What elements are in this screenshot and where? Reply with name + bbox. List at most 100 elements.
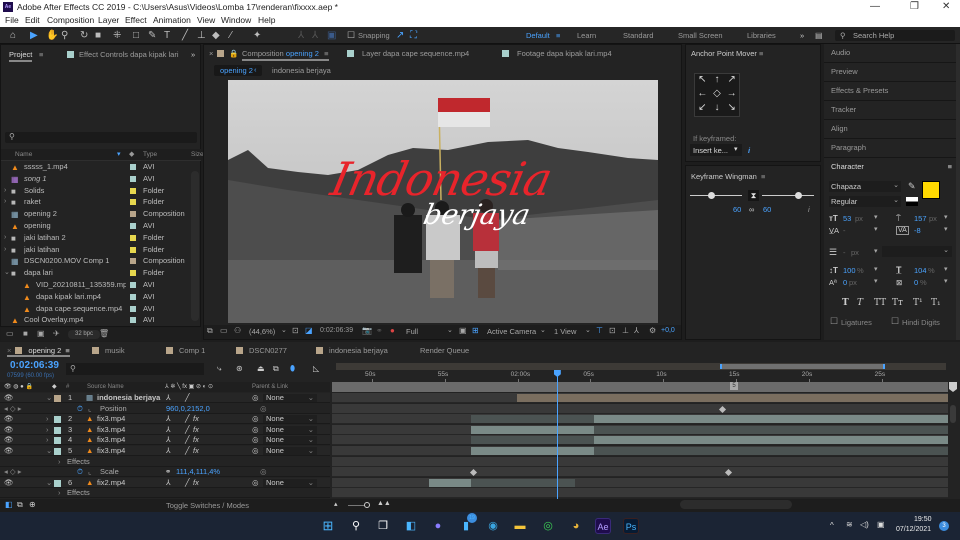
graph-icon[interactable]: ⌞: [88, 467, 92, 477]
workspace-standard[interactable]: Standard: [623, 31, 653, 40]
toggle-transparency-icon[interactable]: ⊞: [472, 326, 479, 335]
ease-out-slider-knob[interactable]: [707, 192, 715, 199]
layer-duration-bar[interactable]: [470, 425, 594, 434]
label-swatch[interactable]: [130, 246, 136, 253]
pick-whip-icon[interactable]: ◎: [252, 446, 259, 456]
layer-row[interactable]: 👁 › 2 ▲ fix3.mp4 ⅄ ╱ fx ◎ None ⌄: [0, 414, 330, 425]
quality-switch-icon[interactable]: ╱: [185, 435, 190, 445]
visibility-eye-icon[interactable]: 👁: [4, 425, 14, 435]
project-item[interactable]: ▲ opening AVI: [1, 220, 201, 232]
anchor-bottom-right-button[interactable]: ↘: [724, 102, 739, 116]
panel-menu-icon[interactable]: ≡: [948, 158, 952, 176]
leading-value[interactable]: 157: [914, 214, 927, 223]
workspace-menu-icon[interactable]: ≡: [556, 31, 560, 40]
label-swatch[interactable]: [54, 426, 61, 434]
project-item[interactable]: ▦ song 1 AVI: [1, 173, 201, 185]
menu-edit[interactable]: Edit: [25, 15, 40, 25]
tab-layer[interactable]: Layer dapa cape sequence.mp4: [362, 49, 469, 58]
graph-icon[interactable]: ⌞: [88, 404, 92, 414]
panel-tracker[interactable]: Tracker: [824, 101, 956, 120]
timeline-tab[interactable]: musik: [92, 346, 125, 355]
anchor-bottom-left-button[interactable]: ↙: [695, 102, 710, 116]
label-swatch[interactable]: [130, 282, 136, 288]
more-tabs-button[interactable]: »: [191, 50, 195, 59]
close-tab-icon[interactable]: ×: [209, 49, 213, 58]
ease-in-slider-knob[interactable]: [795, 192, 803, 199]
timeline-tab[interactable]: × opening 2 ≡: [7, 346, 70, 357]
clone-stamp-tool-icon[interactable]: ⊥: [197, 30, 206, 41]
menu-file[interactable]: File: [5, 15, 19, 25]
project-item[interactable]: › ■ raket Folder: [1, 196, 201, 208]
layer-duration-bar[interactable]: [593, 447, 948, 455]
black-white-swatch[interactable]: [906, 197, 918, 206]
pick-whip-icon[interactable]: ◎: [252, 414, 259, 424]
pick-whip-icon[interactable]: ◎: [252, 425, 259, 435]
layer-name[interactable]: fix2.mp4: [97, 478, 125, 488]
transparency-grid-icon[interactable]: ◪: [305, 326, 313, 335]
axis-view-icon[interactable]: ▣: [327, 30, 336, 41]
ligatures-checkbox[interactable]: ☐: [830, 316, 838, 327]
fx-switch-icon[interactable]: fx: [193, 425, 199, 435]
small-caps-button[interactable]: Tт: [892, 298, 903, 308]
project-scrollbar[interactable]: [191, 171, 199, 321]
chevron-down-icon[interactable]: ⌄: [540, 326, 546, 334]
shy-switch-icon[interactable]: ⅄: [166, 478, 171, 488]
tab-effect-controls[interactable]: Effect Controls dapa kipak lari.r: [79, 50, 179, 59]
label-swatch[interactable]: [130, 270, 136, 277]
shy-switch-icon[interactable]: ⅄: [166, 435, 171, 445]
current-time-display[interactable]: 0:02:06:39: [320, 327, 353, 334]
switches-icons[interactable]: ⅄ ✲ ╲ fx ▣ ⊘ ◐ ⊙: [165, 382, 213, 392]
bit-depth-button[interactable]: 32 bpc: [68, 330, 100, 339]
twirl-icon[interactable]: ›: [46, 425, 49, 435]
fx-switch-icon[interactable]: fx: [193, 446, 199, 456]
chevron-down-icon[interactable]: ⌄: [585, 326, 591, 334]
timeline-search-input[interactable]: ⚲: [66, 363, 204, 375]
font-size-value[interactable]: 53: [843, 214, 851, 223]
camera-tool-icon[interactable]: ■: [95, 30, 101, 41]
label-swatch[interactable]: [54, 395, 61, 402]
twirl-icon[interactable]: ›: [4, 244, 6, 256]
parent-dropdown[interactable]: None ⌄: [263, 425, 317, 434]
graph-editor-icon[interactable]: ◺: [313, 364, 319, 373]
panel-audio[interactable]: Audio: [824, 44, 956, 63]
toggle-pixel-aspect-icon[interactable]: ⊤: [596, 326, 603, 335]
chevron-down-icon[interactable]: ▾: [874, 277, 878, 285]
project-item[interactable]: ▦ opening 2 Composition: [1, 208, 201, 220]
anchor-left-button[interactable]: ←: [695, 88, 710, 102]
fx-switch-icon[interactable]: fx: [193, 435, 199, 445]
shy-switch-icon[interactable]: ⅄: [166, 446, 171, 456]
roto-brush-tool-icon[interactable]: ⁄: [230, 30, 232, 41]
project-item[interactable]: ▲ dapa kipak lari.mp4 AVI: [1, 291, 201, 303]
timeline-tab[interactable]: Render Queue: [420, 346, 469, 355]
search-help-input[interactable]: ⚲ Search Help: [835, 30, 955, 41]
anchor-bottom-button[interactable]: ↓: [710, 102, 725, 116]
work-area-bar[interactable]: [720, 364, 885, 369]
chevron-down-icon[interactable]: ▾: [944, 265, 948, 273]
property-value[interactable]: 960,0,2152,0: [166, 404, 210, 414]
restore-button[interactable]: ❐: [910, 1, 919, 12]
twirl-icon[interactable]: ›: [4, 185, 6, 197]
chevron-down-icon[interactable]: ▾: [944, 277, 948, 285]
font-family-dropdown[interactable]: Chapaza ⌄: [829, 181, 901, 192]
label-swatch[interactable]: [130, 211, 136, 218]
timeline-icon[interactable]: ⊥: [622, 326, 629, 335]
close-button[interactable]: ✕: [942, 1, 950, 12]
stopwatch-icon[interactable]: ⏱: [77, 404, 83, 414]
workspace-learn[interactable]: Learn: [577, 31, 596, 40]
keyframe-navigator[interactable]: ◂ ◇ ▸: [4, 467, 21, 477]
pan-behind-tool-icon[interactable]: ⁜: [113, 30, 121, 41]
info-icon[interactable]: i: [748, 146, 750, 155]
selection-tool-icon[interactable]: ▶: [30, 30, 38, 41]
windows-start-icon[interactable]: ⊞: [320, 518, 336, 534]
property-row[interactable]: ◂ ◇ ▸ ⏱ ⌞ Position 960,0,2152,0 ◎: [0, 403, 330, 414]
faux-bold-button[interactable]: T: [842, 298, 849, 308]
channel-icon[interactable]: ●: [390, 326, 395, 335]
twirl-icon[interactable]: ›: [4, 196, 6, 208]
layer-duration-bar[interactable]: [470, 478, 576, 487]
rotation-tool-icon[interactable]: ↻: [80, 30, 88, 41]
column-name[interactable]: Name: [15, 151, 32, 158]
visibility-eye-icon[interactable]: 👁: [4, 414, 14, 424]
panel-preview[interactable]: Preview: [824, 63, 956, 82]
twirl-icon[interactable]: ›: [46, 414, 49, 424]
font-style-dropdown[interactable]: Regular ⌄: [829, 196, 901, 207]
